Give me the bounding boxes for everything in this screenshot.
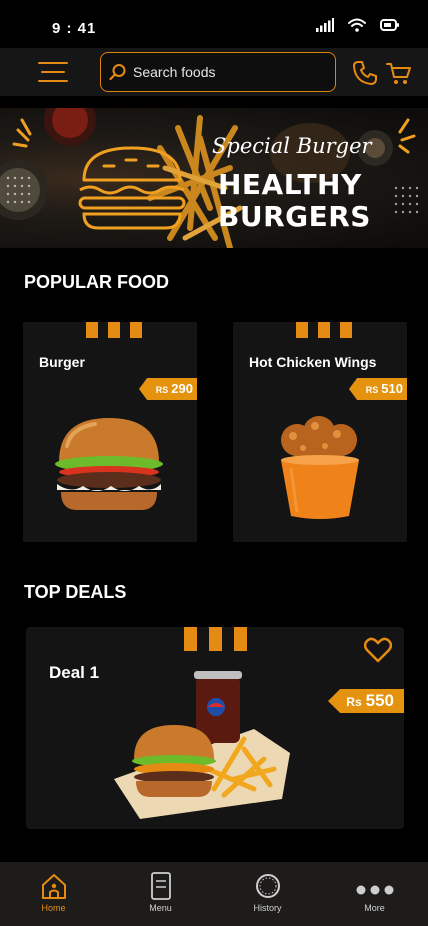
search-input[interactable] [133,64,323,80]
search-box[interactable] [100,52,336,92]
nav-item-history[interactable]: History [214,862,321,926]
status-icons [316,18,400,32]
home-icon [41,874,66,899]
banner-title-line2: BURGERS [218,200,371,233]
deal-tabs-decoration [184,627,247,651]
price-currency: RS [155,385,169,395]
nav-label: Menu [149,903,172,913]
signal-icon [316,18,334,32]
price-value: 510 [381,381,403,396]
bottom-nav: Home Menu History More [0,862,428,926]
top-bar [0,48,428,96]
menu-line [41,71,65,73]
card-tabs-decoration [296,322,352,338]
deal-combo-image [114,671,290,819]
price-value: 290 [171,381,193,396]
favorite-heart-icon[interactable] [364,637,392,663]
price-currency: Rs [346,695,362,709]
phone-icon[interactable] [352,60,378,86]
status-time: 9 : 41 [52,20,97,37]
nav-label: More [364,903,385,913]
menu-book-icon [150,872,171,900]
burger-image [55,418,163,510]
promo-banner[interactable]: Special Burger HEALTHY BURGERS [0,108,428,248]
more-dots-icon [356,885,393,895]
burger-outline-icon [78,146,186,230]
hamburger-menu-button[interactable] [38,60,68,84]
nav-label: History [253,903,282,913]
food-card-hot-chicken-wings[interactable]: Hot Chicken Wings RS 510 [233,322,407,542]
card-tabs-decoration [86,322,142,338]
price-value: 550 [365,691,394,710]
nav-item-home[interactable]: Home [0,862,107,926]
banner-title-line1: HEALTHY [218,168,362,201]
chicken-wings-bucket-image [281,416,359,519]
battery-icon [380,19,399,31]
food-card-burger[interactable]: Burger RS 290 [23,322,197,542]
wifi-icon [348,18,366,32]
deal-price-tag: Rs 550 [328,689,404,713]
menu-line [38,62,68,64]
price-tag: RS 290 [139,378,197,400]
price-tag: RS 510 [349,378,407,400]
deal-name: Deal 1 [49,663,100,682]
banner-script-text: Special Burger [212,134,372,158]
cart-icon[interactable] [386,60,412,86]
deal-card[interactable]: Deal 1 Rs 550 [26,627,404,829]
menu-line [38,80,68,82]
nav-label: Home [41,903,66,913]
food-name: Hot Chicken Wings [249,354,377,370]
status-bar: 9 : 41 [0,0,428,48]
nav-item-more[interactable]: More [321,862,428,926]
search-icon [109,64,126,81]
price-currency: RS [365,385,379,395]
food-name: Burger [39,354,85,370]
clock-icon [255,874,280,898]
nav-item-menu[interactable]: Menu [107,862,214,926]
top-deals-title: TOP DEALS [24,582,127,602]
popular-food-title: POPULAR FOOD [24,272,170,292]
